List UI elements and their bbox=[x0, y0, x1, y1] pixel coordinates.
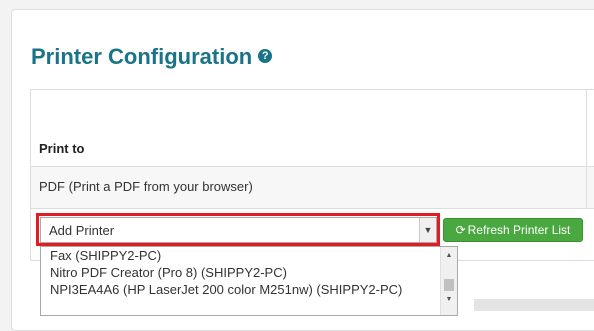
chevron-down-icon[interactable]: ▼ bbox=[419, 218, 436, 242]
printer-option[interactable]: Nitro PDF Creator (Pro 8) (SHIPPY2-PC) bbox=[50, 265, 287, 280]
printer-option[interactable]: Fax (SHIPPY2-PC) bbox=[50, 248, 161, 263]
printer-select[interactable]: Add Printer ▼ bbox=[40, 217, 437, 243]
question-circle-icon[interactable]: ? bbox=[258, 49, 273, 64]
background-block bbox=[474, 299, 594, 311]
refresh-button-label: Refresh Printer List bbox=[467, 223, 571, 237]
page-title-text: Printer Configuration bbox=[31, 44, 253, 69]
dropdown-scrollbar[interactable]: ▲ ▼ bbox=[440, 247, 457, 315]
table-header-row: Print to bbox=[31, 90, 594, 167]
pdf-option-label: PDF (Print a PDF from your browser) bbox=[39, 179, 253, 194]
printer-option[interactable]: NPI3EA4A6 (HP LaserJet 200 color M251nw)… bbox=[50, 282, 402, 297]
printer-select-value: Add Printer bbox=[49, 223, 115, 238]
scrollbar-thumb[interactable] bbox=[444, 279, 454, 291]
column-divider bbox=[586, 167, 587, 208]
pdf-option-row[interactable]: PDF (Print a PDF from your browser) bbox=[31, 167, 594, 209]
printer-dropdown-list: Fax (SHIPPY2-PC) Nitro PDF Creator (Pro … bbox=[40, 246, 458, 316]
print-to-header: Print to bbox=[39, 141, 85, 156]
scroll-down-icon[interactable]: ▼ bbox=[441, 293, 457, 307]
refresh-printer-list-button[interactable]: ⟳ Refresh Printer List bbox=[443, 218, 583, 242]
column-divider bbox=[586, 90, 587, 166]
page-title: Printer Configuration? bbox=[31, 44, 273, 70]
scroll-up-icon[interactable]: ▲ bbox=[441, 249, 457, 263]
refresh-icon: ⟳ bbox=[455, 223, 466, 237]
